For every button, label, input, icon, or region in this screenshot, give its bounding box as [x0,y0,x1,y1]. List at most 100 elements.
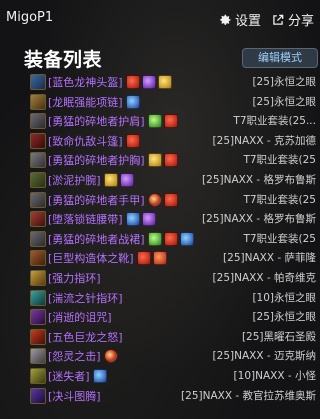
gem-icon [158,75,172,89]
equipment-row[interactable]: [强力指环] [25]NAXX - 帕奇维克 [0,269,320,289]
item-name[interactable]: [龙眠强能项链] [48,93,123,112]
gem-icon [104,349,118,364]
item-source: [25]永恒之眼 [252,76,316,88]
equipment-row[interactable]: [淤泥护腕] [25]NAXX - 格罗布鲁斯 [0,171,320,191]
gem-sockets [93,368,107,383]
equipment-row[interactable]: [怨灵之击] [25]NAXX - 迈克斯纳 [0,347,320,367]
item-name[interactable]: [勇猛的碎地者护肩] [48,112,145,131]
gem-icon [148,153,162,168]
item-icon [30,269,46,286]
item-source: T7职业套装(25 [243,193,316,206]
gem-icon [104,172,118,187]
equipment-row[interactable]: [致命仇敌斗篷] [25]NAXX - 克苏加德 [0,132,320,152]
item-source: [25]NAXX - 帕奇维克 [212,271,316,284]
item-icon [30,191,46,208]
item-name[interactable]: [勇猛的碎地者战裙] [48,230,145,249]
gem-icon [126,75,140,89]
gem-sockets [126,75,172,89]
item-icon [30,367,46,384]
item-icon [30,211,46,228]
equipment-row[interactable]: [消逝的诅咒] [25]永恒之眼 [0,308,320,328]
item-source: [25]NAXX - 克苏加德 [212,134,316,147]
gem-sockets [148,114,178,129]
equipment-row[interactable]: [龙眠强能项链] [25]永恒之眼 [0,93,320,113]
item-icon [30,230,46,247]
item-source: [10]永恒之眼 [252,291,316,304]
equipment-row[interactable]: [勇猛的碎地者护肩] T7职业套装(25... [0,112,320,132]
edit-mode-button[interactable]: 编辑模式 [242,48,318,68]
gem-icon [164,231,178,246]
item-source: [10]NAXX - 小怪 [233,369,316,382]
item-icon [30,309,46,326]
gem-icon [142,75,156,89]
item-source: [25]NAXX - 格罗布鲁斯 [202,173,316,186]
item-name[interactable]: [勇猛的碎地者手甲] [48,191,145,210]
item-source: [25]NAXX - 萨菲隆 [223,252,316,265]
equipment-row[interactable]: [勇猛的碎地者战裙] T7职业套装(25 [0,230,320,250]
equipment-list: [蓝色龙神头盔] [25]永恒之眼 [龙眠强能项链] [25]永恒之眼 [勇猛的碎地者护… [0,73,320,406]
item-source: [25]NAXX - 迈克斯纳 [212,350,316,363]
equipment-row[interactable]: [蓝色龙神头盔] [25]永恒之眼 [0,73,320,93]
item-source: T7职业套装(25 [243,154,316,167]
gem-icon [126,133,140,148]
item-name[interactable]: [堕落锁链腰带] [48,210,123,229]
equipment-row[interactable]: [迷失者] [10]NAXX - 小怪 [0,367,320,387]
equipment-row[interactable]: [勇猛的碎地者手甲] T7职业套装(25 [0,191,320,211]
equipment-row[interactable]: [决斗图腾] [25]NAXX - 教官拉苏维奥斯 [0,387,320,407]
gem-sockets [126,212,156,227]
item-source: T7职业套装(25... [233,115,316,128]
item-name[interactable]: [淤泥护腕] [48,171,101,190]
equipment-row[interactable]: [湍流之针指环] [10]永恒之眼 [0,289,320,309]
item-icon [30,328,46,345]
item-source: [25]NAXX - 教官拉苏维奥斯 [181,389,316,402]
item-name[interactable]: [蓝色龙神头盔] [48,73,123,92]
item-name[interactable]: [五色巨龙之怒] [48,328,123,347]
gem-icon [148,114,162,129]
item-source: [25]永恒之眼 [252,311,316,324]
equipment-row[interactable]: [堕落锁链腰带] [25]NAXX - 格罗布鲁斯 [0,210,320,230]
share-icon [273,14,284,25]
item-icon [30,387,46,404]
gem-icon [93,368,107,383]
gem-icon [126,94,140,109]
gem-icon [148,231,162,246]
item-name[interactable]: [决斗图腾] [48,387,101,406]
share-button[interactable]: 分享 [271,10,314,29]
gem-icon [164,153,178,168]
item-name[interactable]: [巨型构造体之靴] [48,249,134,268]
top-actions: 设置 分享 [218,10,314,29]
gem-icon [120,172,134,187]
item-icon [30,348,46,365]
gem-icon [142,212,156,227]
item-name[interactable]: [湍流之针指环] [48,289,123,308]
gem-icon [180,231,194,246]
item-name[interactable]: [强力指环] [48,269,101,288]
item-source: [25]黑曜石圣殿 [241,330,316,343]
item-icon [30,250,46,267]
equipment-row[interactable]: [勇猛的碎地者护胸] T7职业套装(25 [0,151,320,171]
equipment-row[interactable]: [五色巨龙之怒] [25]黑曜石圣殿 [0,328,320,348]
settings-button[interactable]: 设置 [218,10,261,29]
gear-icon [220,14,231,25]
item-name[interactable]: [迷失者] [48,367,90,386]
item-name[interactable]: [怨灵之击] [48,347,101,366]
item-name[interactable]: [消逝的诅咒] [48,308,112,327]
share-label: 分享 [287,14,314,29]
top-bar: MigoP1 设置 分享 [0,0,320,40]
gem-icon [137,251,151,266]
list-header: 装备列表 编辑模式 [0,42,320,72]
item-name[interactable]: [勇猛的碎地者护胸] [48,151,145,170]
item-icon [30,289,46,306]
equipment-row[interactable]: [巨型构造体之靴] [25]NAXX - 萨菲隆 [0,249,320,269]
gem-sockets [104,349,118,364]
gem-sockets [148,231,194,246]
item-source: T7职业套装(25 [243,232,316,245]
app-title: MigoP1 [6,10,54,25]
item-name[interactable]: [致命仇敌斗篷] [48,132,123,151]
gem-sockets [148,192,178,207]
item-source: [25]NAXX - 格罗布鲁斯 [202,213,316,226]
item-icon [30,171,46,188]
item-icon [30,132,46,149]
item-icon [30,152,46,169]
item-source: [25]永恒之眼 [252,95,316,108]
